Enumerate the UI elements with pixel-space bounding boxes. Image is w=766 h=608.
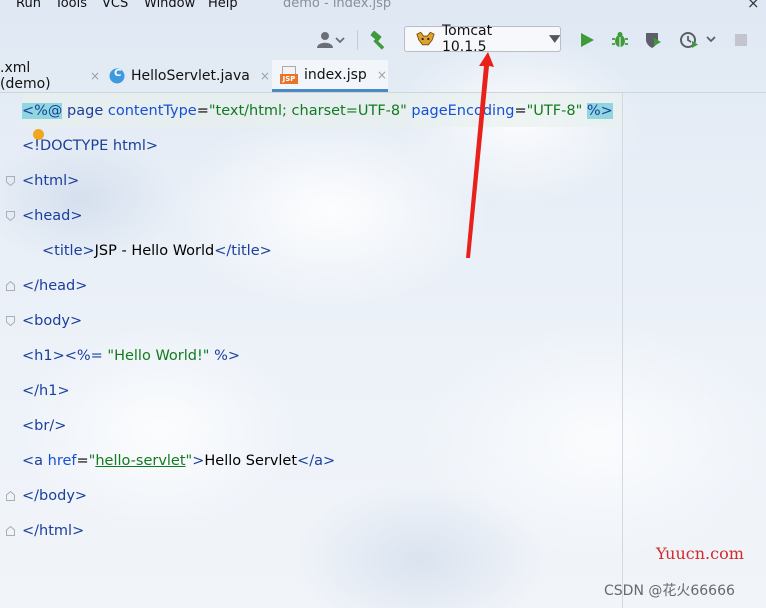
code-line-13: </html> <box>22 523 85 539</box>
fold-marker-icon[interactable] <box>6 176 15 186</box>
tab-close-icon[interactable]: × <box>90 69 100 83</box>
tab-label: .xml (demo) <box>0 60 51 92</box>
code-line-9: </h1> <box>22 383 70 399</box>
run-configuration-selector[interactable]: Tomcat 10.1.5 <box>404 23 561 55</box>
tab-close-icon[interactable]: × <box>377 68 387 82</box>
code-line-3: <html> <box>22 173 80 189</box>
code-editor[interactable]: <%@ page contentType="text/html; charset… <box>0 93 766 608</box>
build-button[interactable] <box>366 28 392 52</box>
menu-vcs[interactable]: VCS <box>102 0 128 11</box>
run-with-coverage-button[interactable] <box>641 28 665 52</box>
run-configuration-label: Tomcat 10.1.5 <box>441 23 493 55</box>
window-close-button[interactable]: × <box>747 0 760 12</box>
fold-marker-icon[interactable] <box>6 526 15 536</box>
code-line-1: <%@ page contentType="text/html; charset… <box>22 103 613 119</box>
code-line-8: <h1><%= "Hello World!" %> <box>22 348 241 364</box>
fold-marker-icon[interactable] <box>6 491 15 501</box>
user-icon <box>317 32 345 48</box>
main-toolbar: Tomcat 10.1.5 <box>0 20 766 60</box>
code-line-10: <br/> <box>22 418 67 434</box>
jsp-file-icon: JSP <box>280 65 298 84</box>
fold-marker-icon[interactable] <box>6 281 15 291</box>
code-line-2: <!DOCTYPE html> <box>22 138 159 154</box>
menu-run[interactable]: Run <box>16 0 41 11</box>
chevron-down-icon <box>548 35 560 43</box>
tab-label: HelloServlet.java <box>131 68 250 84</box>
run-button[interactable] <box>575 28 599 52</box>
menu-bar: Run Tools VCS Window Help demo - index.j… <box>0 0 766 16</box>
tab-helloservlet-java[interactable]: C HelloServlet.java × <box>104 60 270 92</box>
code-line-11: <a href="hello-servlet">Hello Servlet</a… <box>22 453 336 469</box>
build-hammer-icon <box>370 30 385 50</box>
code-line-4: <head> <box>22 208 83 224</box>
fold-marker-icon[interactable] <box>6 316 15 326</box>
run-icon <box>581 33 594 47</box>
tab-pom-xml[interactable]: .xml (demo) × <box>0 60 100 92</box>
fold-marker-icon[interactable] <box>6 211 15 221</box>
tab-label: index.jsp <box>304 66 367 83</box>
tab-index-jsp[interactable]: JSP index.jsp × <box>272 60 388 92</box>
editor-tab-bar: .xml (demo) × C HelloServlet.java × JSP … <box>0 60 766 93</box>
tab-close-icon[interactable]: × <box>260 69 270 83</box>
debug-button[interactable] <box>608 28 632 52</box>
watermark-site: Yuucn.com <box>656 544 744 563</box>
code-line-7: <body> <box>22 313 83 329</box>
tomcat-icon <box>416 31 435 46</box>
account-button[interactable] <box>312 28 348 52</box>
stop-button[interactable] <box>730 28 752 52</box>
menu-tools[interactable]: Tools <box>55 0 87 11</box>
watermark-author: CSDN @花火66666 <box>604 583 735 599</box>
toolbar-separator <box>357 30 358 50</box>
code-line-12: </body> <box>22 488 88 504</box>
profile-button[interactable] <box>677 28 721 52</box>
href-link[interactable]: hello-servlet <box>95 453 185 469</box>
menu-help[interactable]: Help <box>208 0 238 11</box>
profile-icon <box>680 32 716 48</box>
stop-icon <box>735 34 747 46</box>
code-line-5: <title>JSP - Hello World</title> <box>42 243 272 259</box>
code-line-6: </head> <box>22 278 88 294</box>
right-margin-guide <box>622 93 623 608</box>
java-class-icon-letter: C <box>114 68 122 79</box>
coverage-icon <box>646 33 661 48</box>
window-title: demo - index.jsp <box>283 0 392 11</box>
debug-icon <box>612 32 628 47</box>
menu-window[interactable]: Window <box>144 0 195 11</box>
